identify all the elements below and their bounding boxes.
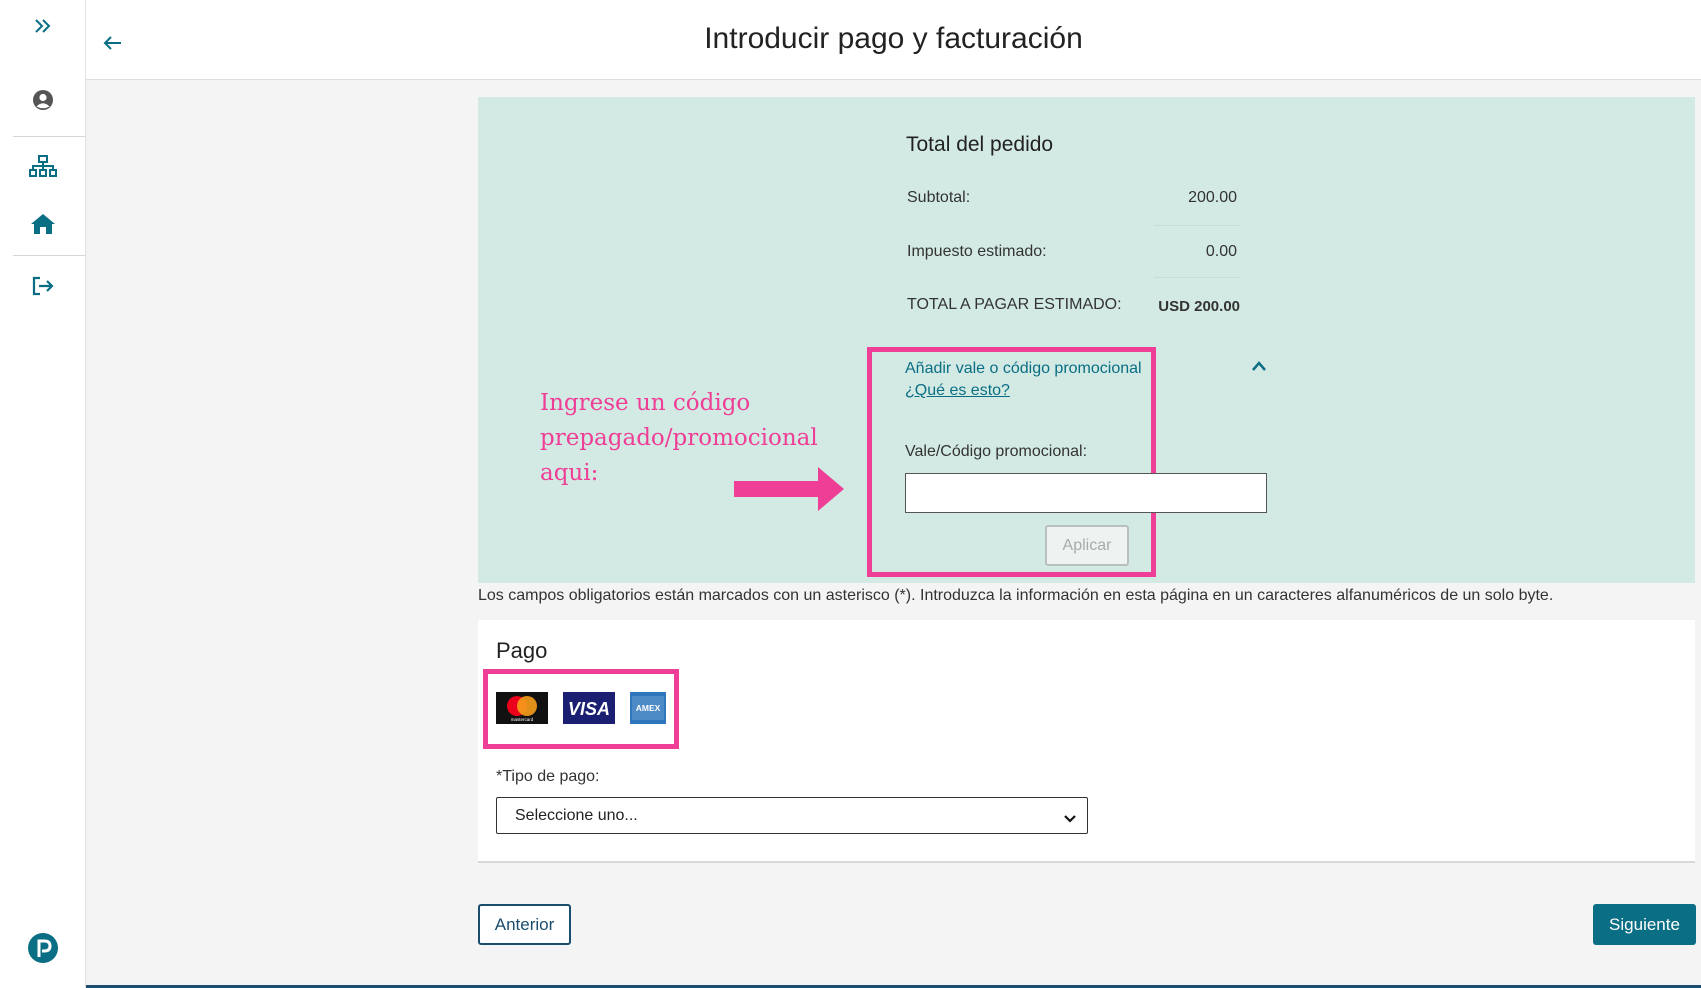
sign-out-icon[interactable] [0,273,85,299]
sidebar-divider [13,136,85,137]
order-total-title: Total del pedido [906,133,1054,156]
promo-toggle-link[interactable]: Añadir vale o código promocional [905,360,1142,378]
mastercard-logo-text: mastercard [511,717,534,722]
next-button[interactable]: Siguiente [1593,904,1696,945]
page-title: Introducir pago y facturación [704,22,1083,55]
subtotal-label: Subtotal: [907,189,971,206]
expand-chevrons-icon[interactable] [0,14,85,38]
pearson-logo-icon [0,930,85,966]
visa-logo-text: VISA [568,699,610,719]
sitemap-icon[interactable] [0,152,85,180]
tax-value: 0.00 [1205,243,1237,260]
top-bar: Introducir pago y facturación [86,0,1701,80]
what-is-this-link[interactable]: ¿Qué es esto? [905,382,1010,400]
row-divider [1154,277,1241,278]
tax-label: Impuesto estimado: [907,243,1047,260]
sidebar [0,0,86,988]
voucher-field-label: Vale/Código promocional: [905,443,1088,460]
back-arrow-icon[interactable] [100,30,126,56]
previous-button[interactable]: Anterior [478,904,571,945]
chevron-up-icon[interactable] [1250,359,1268,373]
payment-type-select[interactable]: Seleccione uno... [496,797,1088,834]
row-divider [1154,225,1241,226]
amex-logo-icon: AMEX [630,692,666,724]
payment-section: Pago mastercard VISA AMEX *Tipo de pago:… [478,620,1695,863]
payment-type-selected: Seleccione uno... [515,806,638,824]
required-fields-notice: Los campos obligatorios están marcados c… [478,587,1554,604]
apply-button[interactable]: Aplicar [1045,525,1129,566]
annotation-line: Ingrese un código [540,390,751,416]
sidebar-divider [13,255,85,256]
payment-title: Pago [496,638,548,663]
annotation-line: prepagado/promocional [540,425,818,451]
voucher-code-input[interactable] [905,473,1267,513]
visa-logo-icon: VISA [563,692,615,724]
subtotal-value: 200.00 [1188,189,1237,206]
mastercard-logo-icon: mastercard [496,692,548,724]
user-circle-icon[interactable] [0,86,85,114]
annotation-arrow-icon [734,467,844,511]
total-value: USD 200.00 [1158,298,1240,315]
total-label: TOTAL A PAGAR ESTIMADO: [907,296,1122,313]
home-icon[interactable] [0,210,85,238]
chevron-down-icon [1063,811,1077,823]
amex-logo-text: AMEX [636,703,661,713]
payment-type-label: *Tipo de pago: [496,768,600,785]
